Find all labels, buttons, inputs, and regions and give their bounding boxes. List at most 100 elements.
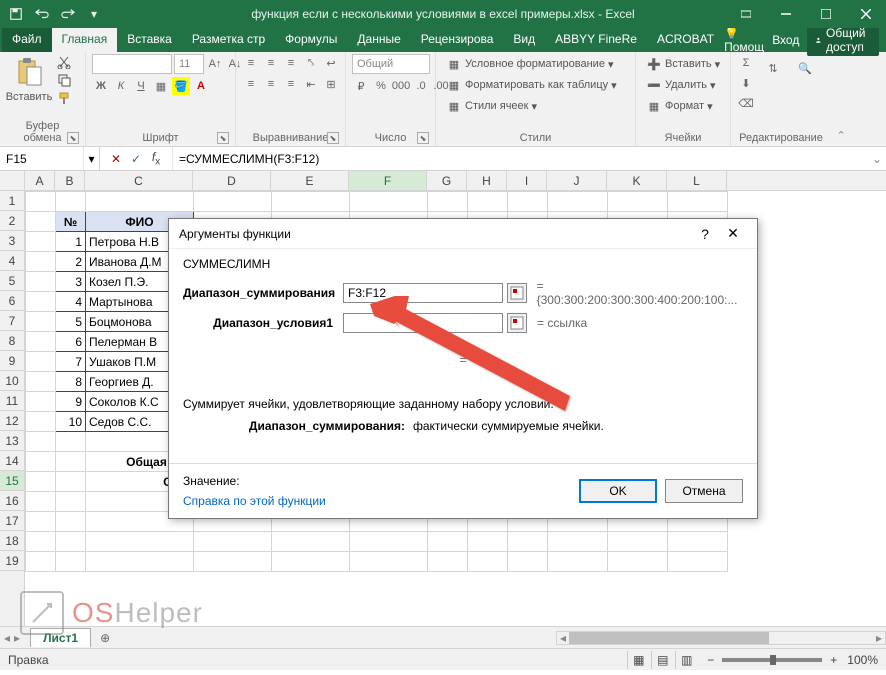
row-header[interactable]: 5	[0, 271, 24, 291]
tell-me[interactable]: 💡 Помощ	[724, 26, 764, 54]
cell[interactable]	[86, 532, 194, 552]
number-format-box[interactable]: Общий	[352, 54, 430, 74]
insert-cells-button[interactable]: ➕Вставить ▾	[642, 54, 724, 74]
view-page-break-icon[interactable]: ▥	[675, 651, 697, 669]
cell[interactable]: 4	[56, 292, 86, 312]
row-header[interactable]: 17	[0, 511, 24, 531]
row-header[interactable]: 10	[0, 371, 24, 391]
zoom-level[interactable]: 100%	[847, 653, 878, 667]
cell[interactable]	[26, 312, 56, 332]
number-launcher[interactable]: ⬊	[417, 132, 429, 144]
fill-color-icon[interactable]: 🪣	[172, 77, 190, 95]
cell[interactable]	[56, 452, 86, 472]
align-top-icon[interactable]: ≡	[242, 54, 260, 72]
cell[interactable]	[26, 332, 56, 352]
tab-file[interactable]: Файл	[2, 28, 52, 52]
sheet-nav-last-icon[interactable]: ▸	[14, 631, 20, 645]
cell[interactable]	[26, 432, 56, 452]
qat-dropdown-icon[interactable]: ▾	[82, 2, 106, 26]
row-header[interactable]: 14	[0, 451, 24, 471]
align-center-icon[interactable]: ≡	[262, 75, 280, 93]
cell[interactable]	[86, 192, 194, 212]
cell[interactable]	[350, 192, 428, 212]
row-header[interactable]: 13	[0, 431, 24, 451]
row-header[interactable]: 7	[0, 311, 24, 331]
cell[interactable]	[272, 552, 350, 572]
column-header[interactable]: J	[547, 171, 607, 190]
dialog-help-icon[interactable]: ?	[691, 226, 719, 242]
cell[interactable]	[26, 532, 56, 552]
cell[interactable]	[548, 532, 608, 552]
cell[interactable]	[350, 552, 428, 572]
cell[interactable]	[86, 552, 194, 572]
cell[interactable]	[26, 372, 56, 392]
align-bottom-icon[interactable]: ≡	[282, 54, 300, 72]
underline-icon[interactable]: Ч	[132, 77, 150, 95]
tab-layout[interactable]: Разметка стр	[182, 28, 275, 52]
row-header[interactable]: 12	[0, 411, 24, 431]
cell[interactable]	[428, 532, 468, 552]
fx-icon[interactable]: fx	[146, 150, 166, 167]
column-header[interactable]: F	[349, 171, 427, 190]
row-header[interactable]: 9	[0, 351, 24, 371]
cell[interactable]	[26, 352, 56, 372]
cell[interactable]: 7	[56, 352, 86, 372]
zoom-slider[interactable]	[722, 658, 822, 662]
arg1-range-select-icon[interactable]	[507, 283, 527, 303]
cell[interactable]: 10	[56, 412, 86, 432]
minimize-icon[interactable]	[766, 0, 806, 28]
border-icon[interactable]: ▦	[152, 77, 170, 95]
cell[interactable]	[608, 552, 668, 572]
clipboard-launcher[interactable]: ⬊	[67, 132, 79, 144]
arg1-input[interactable]	[343, 283, 503, 303]
tab-data[interactable]: Данные	[347, 28, 410, 52]
cell[interactable]	[26, 492, 56, 512]
cell[interactable]	[468, 192, 508, 212]
column-header[interactable]: K	[607, 171, 667, 190]
cell[interactable]	[26, 472, 56, 492]
row-header[interactable]: 11	[0, 391, 24, 411]
function-help-link[interactable]: Справка по этой функции	[183, 494, 326, 508]
row-header[interactable]: 8	[0, 331, 24, 351]
cell[interactable]	[272, 192, 350, 212]
paste-button[interactable]: Вставить	[6, 54, 52, 105]
dialog-close-icon[interactable]: ✕	[719, 225, 747, 242]
format-painter-icon[interactable]	[56, 90, 72, 106]
row-header[interactable]: 4	[0, 251, 24, 271]
cell[interactable]	[26, 212, 56, 232]
cell[interactable]	[508, 192, 548, 212]
cell[interactable]	[194, 192, 272, 212]
font-name-box[interactable]	[92, 54, 172, 74]
sheet-nav-first-icon[interactable]: ◂	[4, 631, 10, 645]
column-header[interactable]: I	[507, 171, 547, 190]
column-header[interactable]: G	[427, 171, 467, 190]
comma-icon[interactable]: 000	[392, 77, 410, 95]
column-header[interactable]: D	[193, 171, 271, 190]
cell[interactable]	[468, 532, 508, 552]
row-header[interactable]: 19	[0, 551, 24, 571]
align-left-icon[interactable]: ≡	[242, 75, 260, 93]
enter-formula-icon[interactable]: ✓	[126, 152, 146, 166]
row-header[interactable]: 1	[0, 191, 24, 211]
column-header[interactable]: A	[25, 171, 55, 190]
select-all-corner[interactable]	[0, 171, 25, 190]
cell[interactable]: 5	[56, 312, 86, 332]
cell[interactable]	[56, 492, 86, 512]
undo-icon[interactable]	[30, 2, 54, 26]
cell[interactable]: 8	[56, 372, 86, 392]
cell[interactable]	[26, 452, 56, 472]
cell[interactable]	[56, 192, 86, 212]
cell[interactable]	[26, 232, 56, 252]
cell[interactable]	[428, 552, 468, 572]
cancel-button[interactable]: Отмена	[665, 479, 743, 503]
column-header[interactable]: E	[271, 171, 349, 190]
column-header[interactable]: C	[85, 171, 193, 190]
cell[interactable]	[26, 512, 56, 532]
orientation-icon[interactable]: ⤣	[302, 54, 320, 72]
zoom-out-icon[interactable]: −	[707, 653, 714, 667]
cell[interactable]	[56, 552, 86, 572]
increase-font-icon[interactable]: A↑	[206, 55, 224, 73]
cell[interactable]	[548, 192, 608, 212]
tab-acrobat[interactable]: ACROBAT	[647, 28, 724, 52]
cell[interactable]	[56, 512, 86, 532]
